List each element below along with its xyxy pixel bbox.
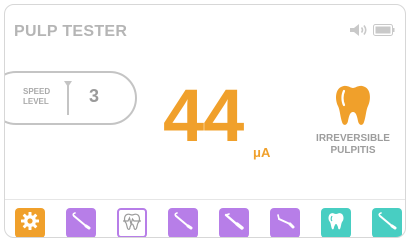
dental-probe-icon <box>172 210 194 237</box>
probe-tool-2-button[interactable] <box>168 208 198 237</box>
tooth-signal-button[interactable] <box>117 208 147 237</box>
page-title: PULP TESTER <box>14 23 128 40</box>
speed-label-line2: LEVEL <box>23 97 49 106</box>
dental-probe-icon <box>70 210 92 237</box>
dental-probe-icon <box>376 210 398 237</box>
tooth-icon <box>326 211 346 236</box>
probe-tool-3-button[interactable] <box>219 208 249 237</box>
speed-level-value: 3 <box>89 86 100 106</box>
diagnosis-line2: PULPITIS <box>330 145 376 156</box>
status-bar <box>349 23 395 37</box>
current-reading-value: 44 <box>163 74 244 157</box>
settings-button[interactable] <box>15 208 45 237</box>
speed-level-control[interactable]: SPEED LEVEL 3 <box>5 71 137 125</box>
speed-label-line1: SPEED <box>23 87 51 96</box>
tooth-signal-icon <box>121 210 143 237</box>
speaker-icon[interactable] <box>349 23 369 37</box>
dental-probe-icon <box>274 210 296 237</box>
probe-tool-5-button[interactable] <box>372 208 402 237</box>
device-screen: PULP TESTER SPEED LEVEL 3 44 μA IRREVERS… <box>4 4 406 238</box>
battery-icon <box>373 24 395 36</box>
diagnosis-label: IRREVERSIBLE PULPITIS <box>305 133 401 157</box>
current-reading-unit: μA <box>253 145 271 160</box>
tooth-tool-button[interactable] <box>321 208 351 237</box>
dental-probe-icon <box>223 210 245 237</box>
probe-tool-4-button[interactable] <box>270 208 300 237</box>
probe-tool-1-button[interactable] <box>66 208 96 237</box>
settings-gear-icon <box>20 211 40 236</box>
diagnosis-result: IRREVERSIBLE PULPITIS <box>305 83 401 157</box>
diagnosis-line1: IRREVERSIBLE <box>316 133 390 144</box>
speed-indicator-tick <box>64 81 72 87</box>
speed-level-label: SPEED LEVEL <box>23 87 63 107</box>
tooth-icon <box>305 83 401 127</box>
tool-bar <box>5 199 405 237</box>
